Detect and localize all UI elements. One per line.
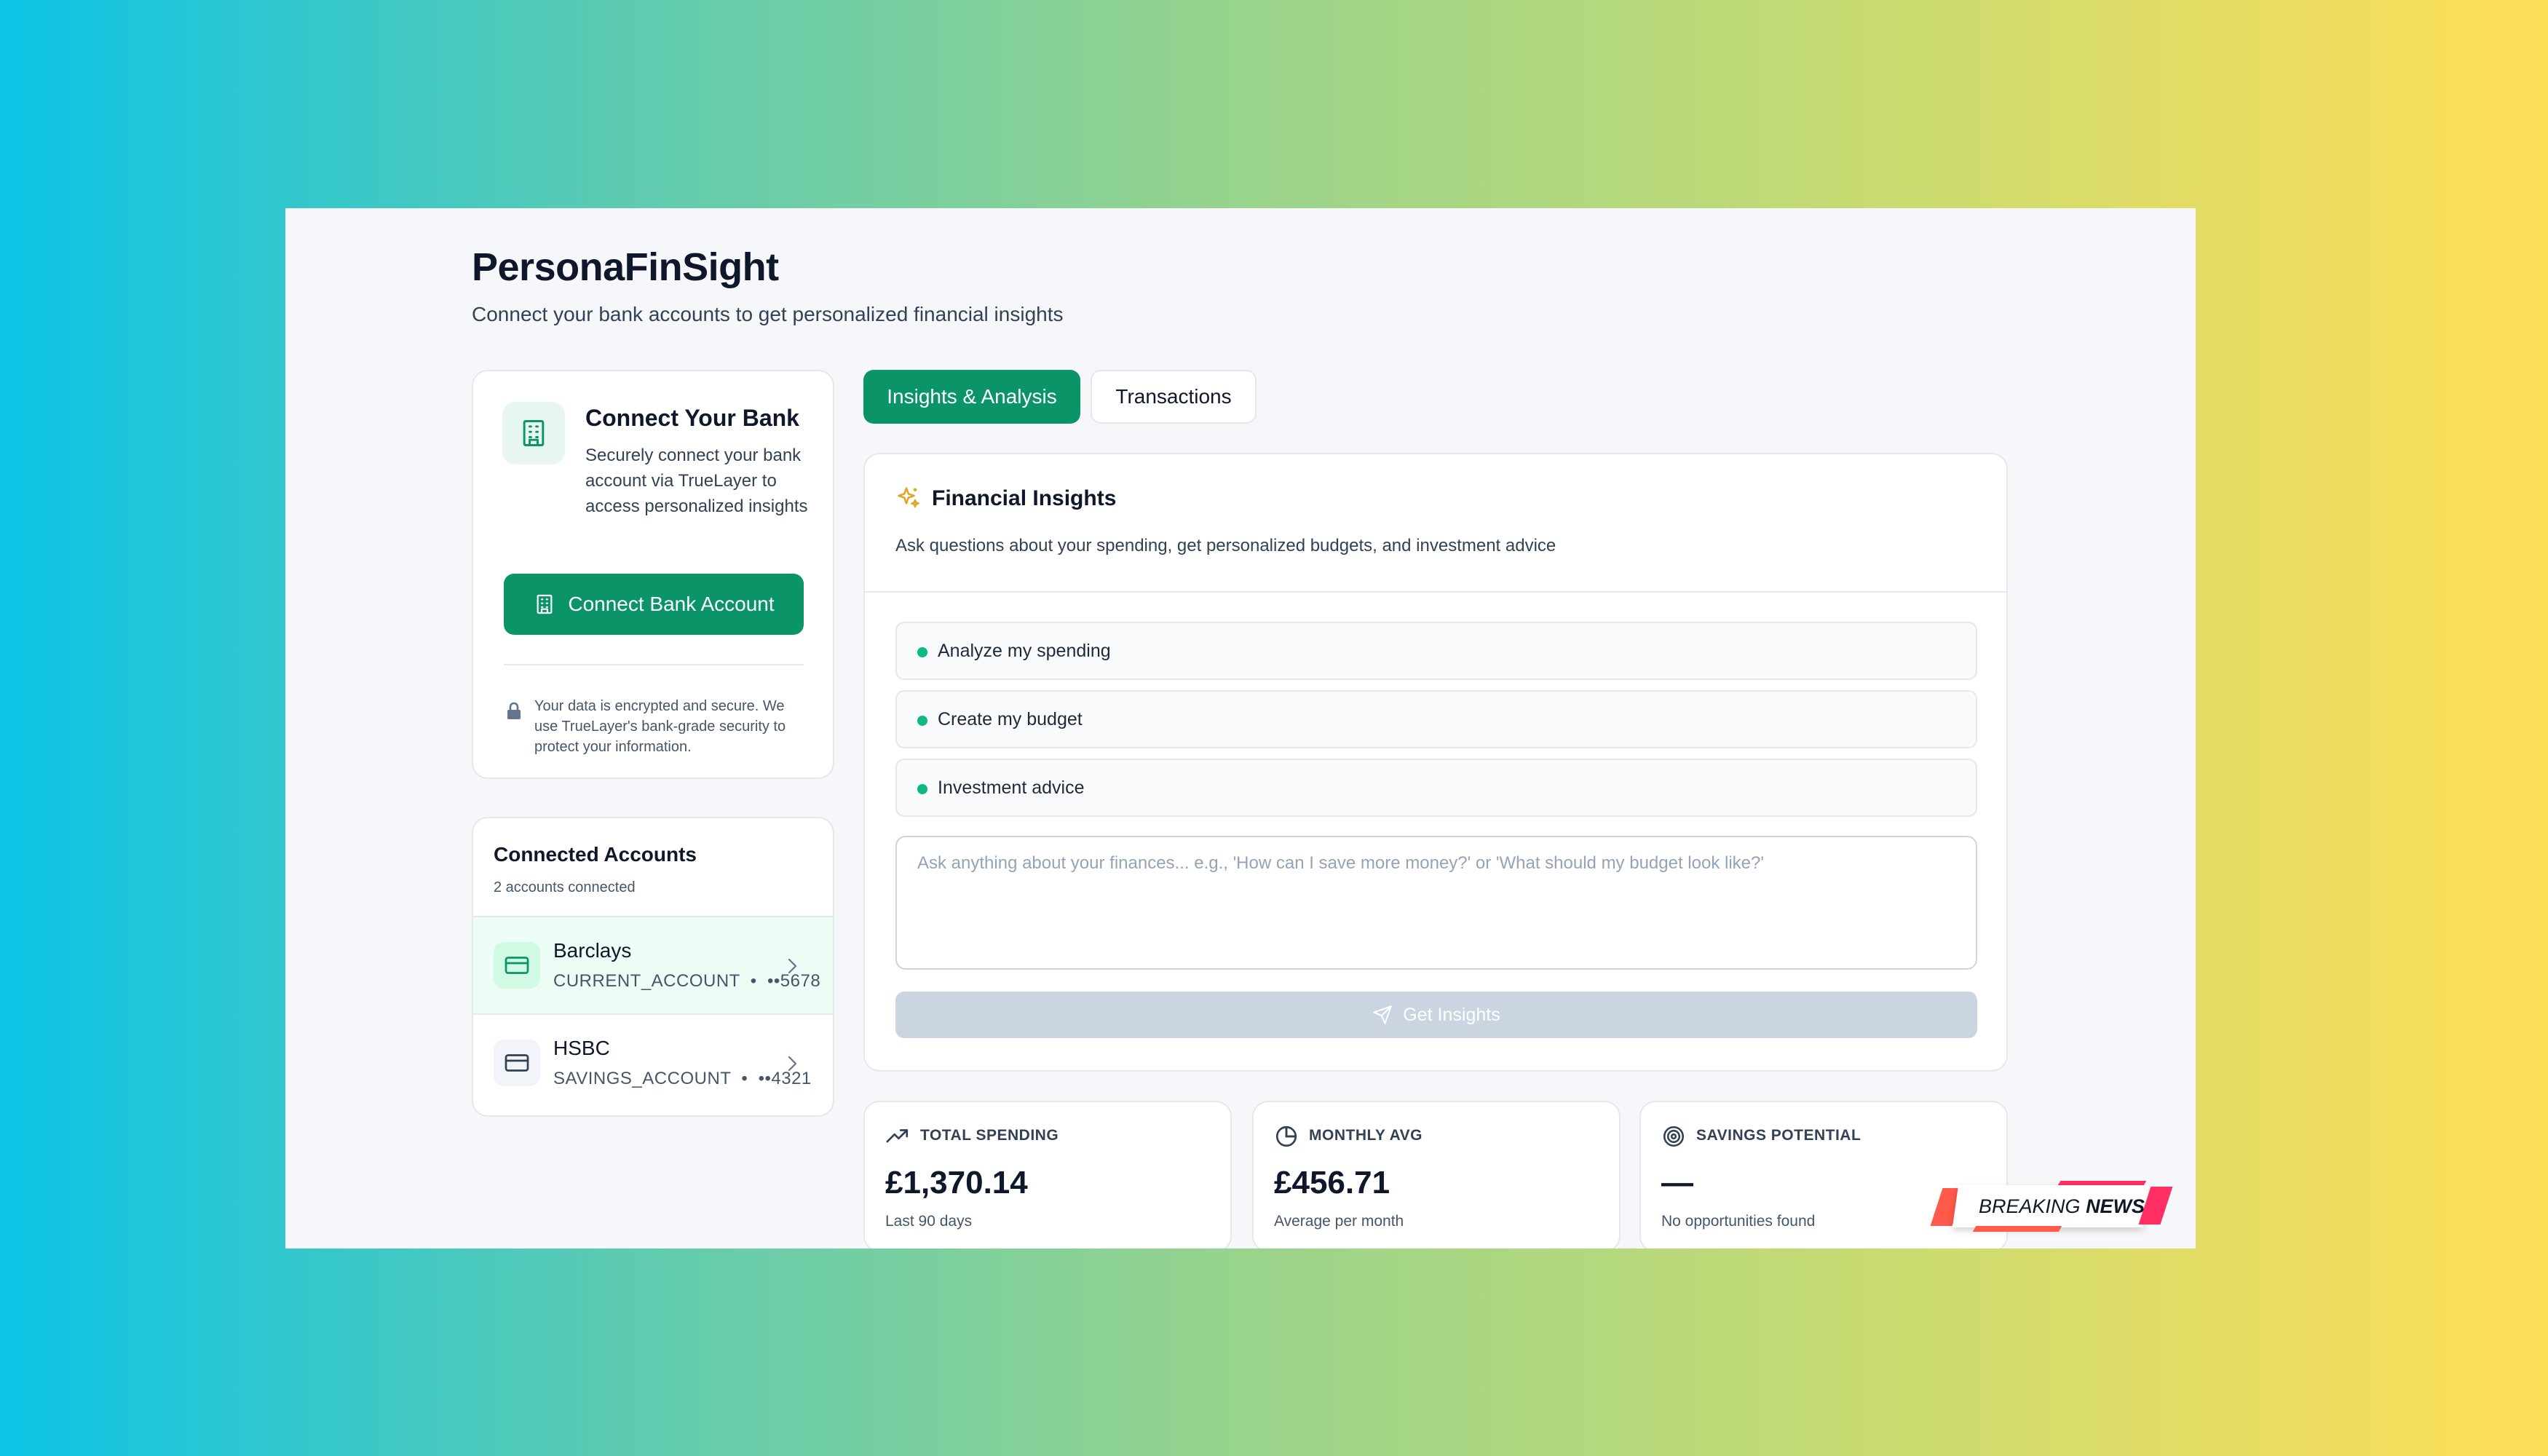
stat-label: MONTHLY AVG xyxy=(1309,1127,1423,1144)
account-row-hsbc[interactable]: HSBC SAVINGS_ACCOUNT • ••4321 xyxy=(473,1013,833,1111)
bullet-dot xyxy=(917,784,927,794)
get-insights-label: Get Insights xyxy=(1403,1004,1500,1025)
divider xyxy=(504,664,804,665)
building-icon xyxy=(502,402,565,464)
stat-label: SAVINGS POTENTIAL xyxy=(1696,1127,1861,1144)
account-type: CURRENT_ACCOUNT • ••5678 xyxy=(553,971,821,991)
badge-bar-bottom xyxy=(1972,1226,2062,1232)
get-insights-button[interactable]: Get Insights xyxy=(895,992,1977,1038)
suggestion-label: Analyze my spending xyxy=(938,641,1111,661)
stat-subtext: No opportunities found xyxy=(1661,1213,1816,1230)
stat-value: — xyxy=(1661,1165,1693,1200)
insights-title: Financial Insights xyxy=(932,486,1117,510)
badge-text: BREAKING NEWS xyxy=(1979,1195,2145,1217)
pie-chart-icon xyxy=(1275,1125,1297,1147)
chevron-right-icon xyxy=(788,1056,797,1072)
connect-bank-account-button[interactable]: Connect Bank Account xyxy=(504,574,804,635)
account-name: HSBC xyxy=(553,1037,610,1059)
trending-up-icon xyxy=(886,1129,909,1143)
stat-card-total-spending: TOTAL SPENDING £1,370.14 Last 90 days xyxy=(863,1101,1232,1249)
chevron-right-icon xyxy=(788,958,797,974)
connected-accounts-title: Connected Accounts xyxy=(494,843,697,866)
credit-card-icon xyxy=(494,942,540,989)
send-icon xyxy=(1373,1005,1393,1024)
page-subtitle: Connect your bank accounts to get person… xyxy=(472,303,1064,325)
account-type: SAVINGS_ACCOUNT • ••4321 xyxy=(553,1069,812,1088)
bullet-dot xyxy=(917,647,927,657)
suggestion-create-budget[interactable]: Create my budget xyxy=(895,690,1977,748)
breaking-news-badge: BREAKING NEWS xyxy=(1930,1176,2178,1236)
stat-value: £456.71 xyxy=(1274,1165,1390,1200)
credit-card-icon xyxy=(494,1040,540,1086)
connect-bank-account-label: Connect Bank Account xyxy=(568,593,775,615)
page-header: PersonaFinSight Connect your bank accoun… xyxy=(472,245,1064,326)
suggestion-label: Investment advice xyxy=(938,778,1085,798)
connect-bank-card: Connect Your Bank Securely connect your … xyxy=(472,370,834,779)
tab-insights-analysis[interactable]: Insights & Analysis xyxy=(863,370,1080,424)
stat-card-monthly-avg: MONTHLY AVG £456.71 Average per month xyxy=(1252,1101,1621,1249)
insights-header: Financial Insights Ask questions about y… xyxy=(865,454,2006,593)
stat-subtext: Last 90 days xyxy=(885,1213,973,1230)
page-title: PersonaFinSight xyxy=(472,245,779,289)
sparkles-icon xyxy=(898,487,919,508)
stat-label: TOTAL SPENDING xyxy=(920,1127,1059,1144)
suggestion-investment-advice[interactable]: Investment advice xyxy=(895,759,1977,817)
target-icon xyxy=(1663,1125,1685,1147)
security-note: Your data is encrypted and secure. We us… xyxy=(534,698,786,755)
financial-insights-card: Financial Insights Ask questions about y… xyxy=(863,453,2008,1072)
account-row-barclays[interactable]: Barclays CURRENT_ACCOUNT • ••5678 xyxy=(473,916,833,1013)
insights-description: Ask questions about your spending, get p… xyxy=(895,536,1556,555)
building-icon xyxy=(537,594,553,614)
connect-bank-title: Connect Your Bank xyxy=(585,405,799,431)
tab-transactions[interactable]: Transactions xyxy=(1091,370,1257,424)
suggestion-label: Create my budget xyxy=(938,709,1083,729)
stat-value: £1,370.14 xyxy=(885,1165,1028,1200)
connected-accounts-count: 2 accounts connected xyxy=(494,879,636,895)
account-name: Barclays xyxy=(553,939,632,962)
app-window: PersonaFinSight Connect your bank accoun… xyxy=(285,208,2196,1249)
finance-question-input[interactable] xyxy=(895,836,1977,970)
connect-bank-description: Securely connect your bank account via T… xyxy=(585,446,808,516)
stat-subtext: Average per month xyxy=(1274,1213,1404,1230)
connected-accounts-card: Connected Accounts 2 accounts connected … xyxy=(472,817,834,1117)
lock-icon xyxy=(507,702,521,719)
bullet-dot xyxy=(917,716,927,726)
suggestion-analyze-spending[interactable]: Analyze my spending xyxy=(895,622,1977,680)
